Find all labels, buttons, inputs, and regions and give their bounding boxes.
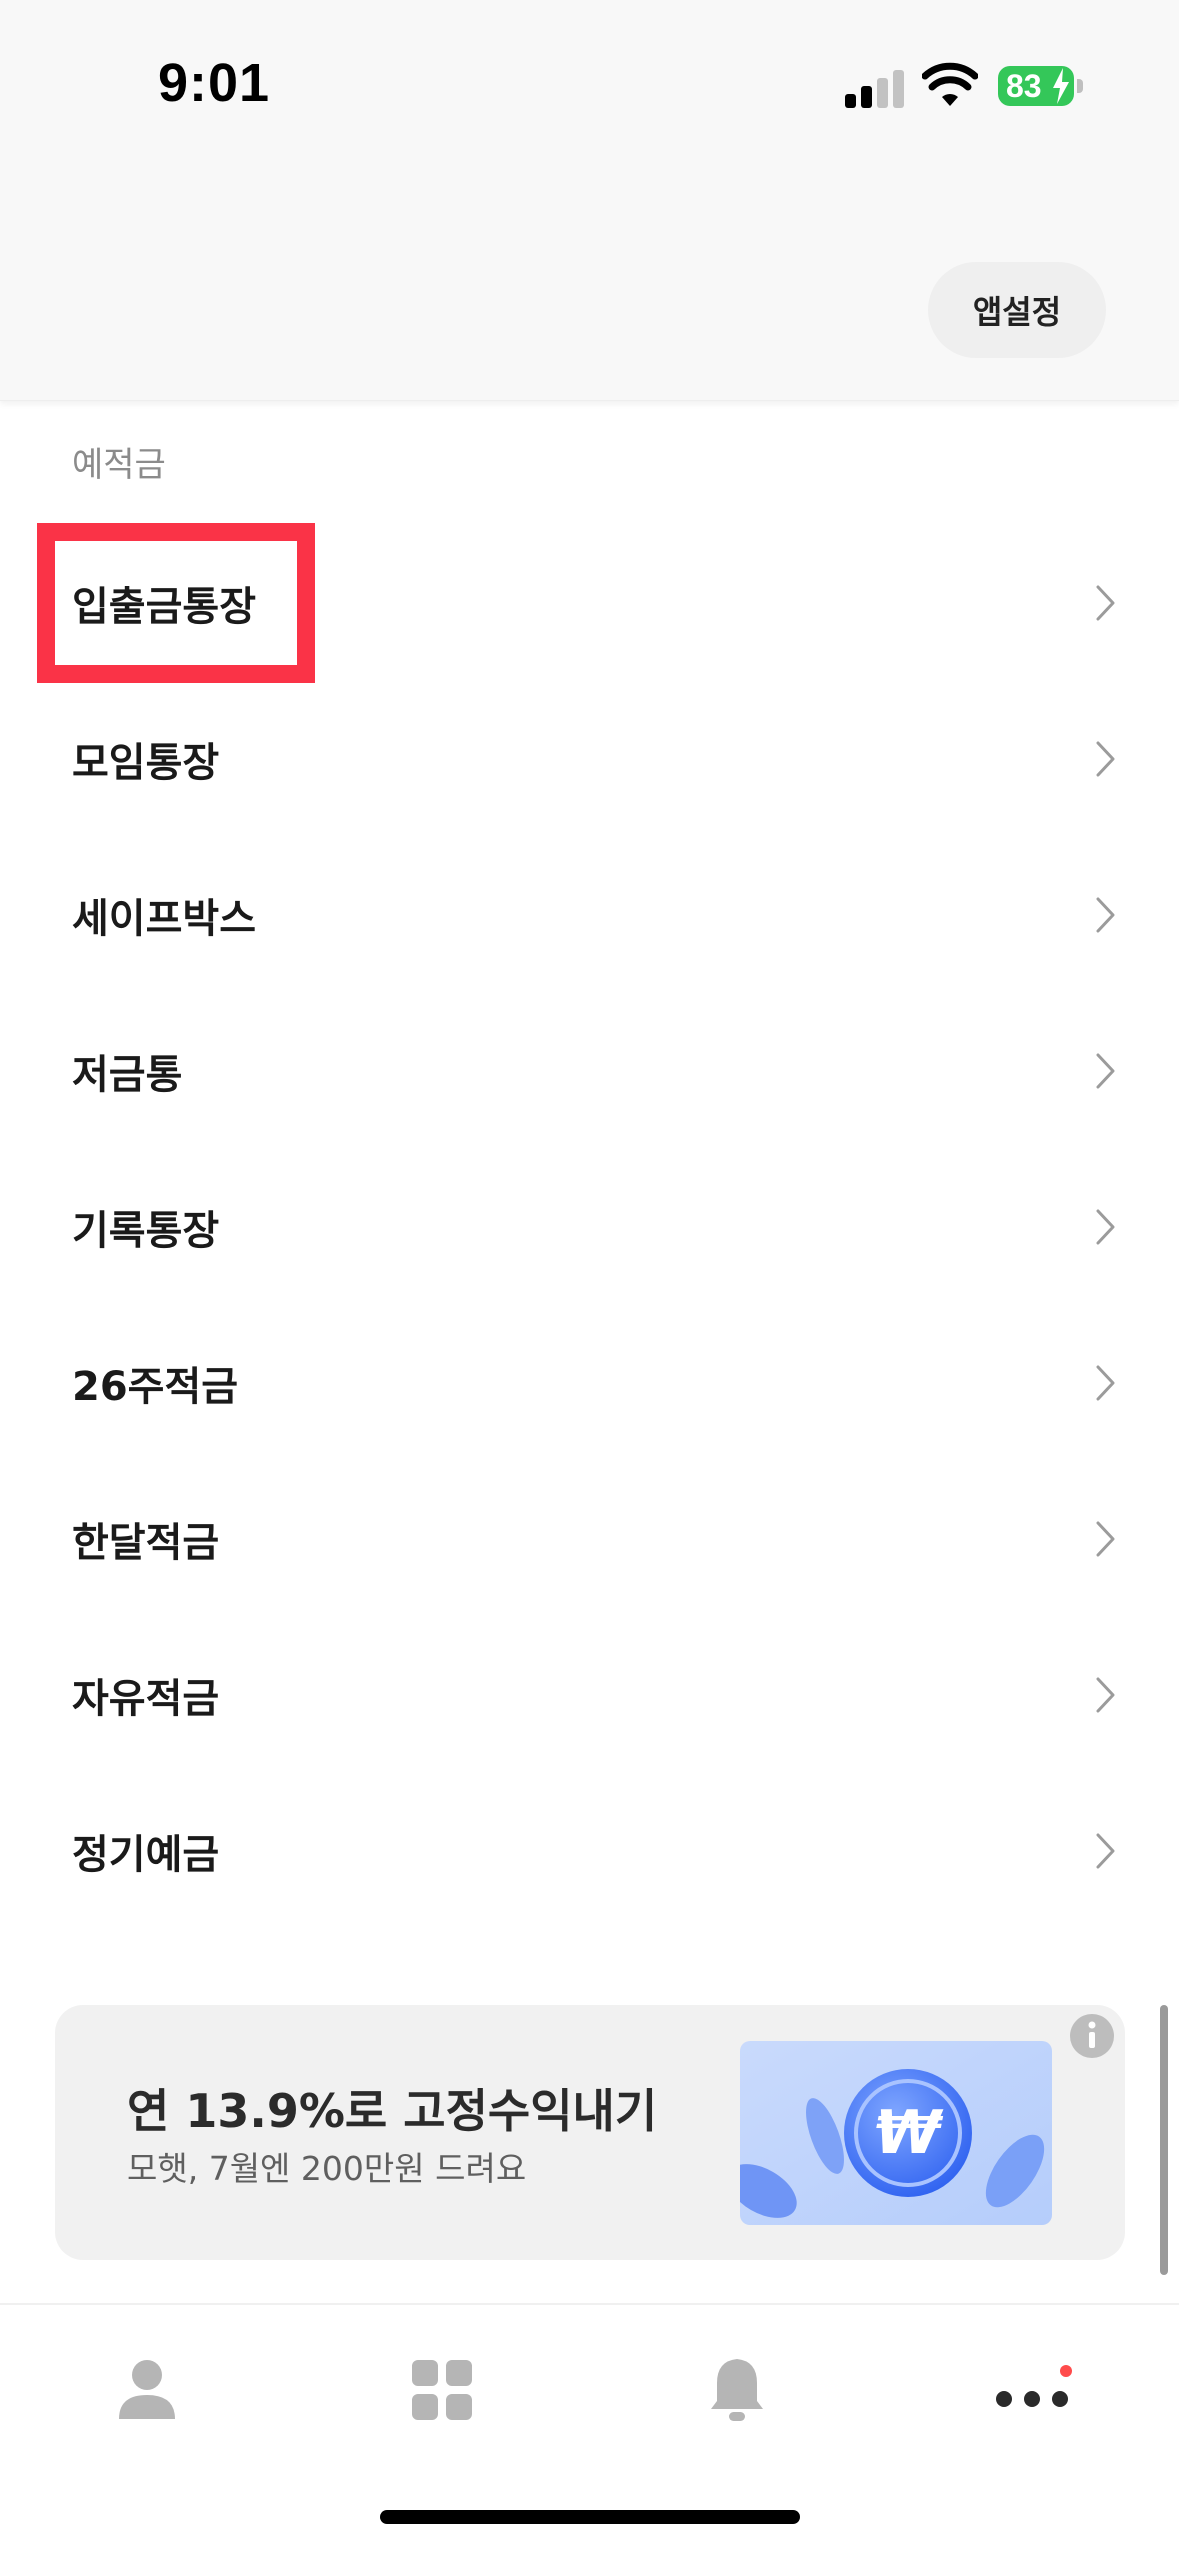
charging-bolt-icon [1053,68,1069,104]
bell-icon [711,2359,763,2421]
menu-item-free-savings[interactable]: 자유적금 [0,1617,1179,1773]
tab-notifications[interactable] [647,2330,827,2450]
banner-title: 연 13.9%로 고정수익내기 [127,2084,658,2138]
wifi-icon [922,62,978,106]
chevron-right-icon [1096,1365,1115,1401]
menu-item-label: 26주적금 [72,1364,239,1410]
chevron-right-icon [1096,1833,1115,1869]
info-icon[interactable] [1069,2013,1115,2059]
menu-item-label: 한달적금 [72,1520,220,1566]
battery-tip [1077,79,1083,93]
person-icon [119,2360,175,2419]
promo-banner[interactable]: 연 13.9%로 고정수익내기 모햇, 7월엔 200만원 드려요 ₩ [55,2005,1125,2260]
chevron-right-icon [1096,897,1115,933]
menu-item-group-account[interactable]: 모임통장 [0,681,1179,837]
more-icon [996,2365,1072,2407]
tab-more[interactable] [942,2330,1122,2450]
chevron-right-icon [1096,1209,1115,1245]
section-title: 예적금 [72,445,166,485]
menu-item-26-week-savings[interactable]: 26주적금 [0,1305,1179,1461]
tab-my[interactable] [57,2330,237,2450]
tab-products[interactable] [352,2330,532,2450]
menu-item-label: 자유적금 [72,1676,220,1722]
menu-item-piggy-bank[interactable]: 저금통 [0,993,1179,1149]
cellular-signal-icon [845,70,905,108]
status-bar-time: 9:01 [158,53,271,113]
menu-item-record-account[interactable]: 기록통장 [0,1149,1179,1305]
menu-item-label: 모임통장 [72,740,220,786]
menu-item-label: 세이프박스 [72,896,256,942]
menu-item-safebox[interactable]: 세이프박스 [0,837,1179,993]
home-indicator [380,2510,800,2524]
menu-item-label: 기록통장 [72,1208,220,1254]
notification-badge [1060,2365,1072,2377]
chevron-right-icon [1096,1677,1115,1713]
grid-icon [412,2360,472,2420]
top-header: 9:01 83 앱설정 [0,0,1179,401]
menu-item-fixed-deposit[interactable]: 정기예금 [0,1773,1179,1929]
won-coin-icon: ₩ [740,2041,1052,2225]
highlight-box [37,523,315,683]
menu-item-label: 정기예금 [72,1832,220,1878]
chevron-right-icon [1096,1521,1115,1557]
banner-subtitle: 모햇, 7월엔 200만원 드려요 [127,2149,527,2188]
chevron-right-icon [1096,585,1115,621]
scroll-indicator[interactable] [1160,2005,1168,2275]
svg-text:₩: ₩ [875,2098,944,2168]
menu-item-one-month-savings[interactable]: 한달적금 [0,1461,1179,1617]
app-settings-button[interactable]: 앱설정 [928,262,1106,358]
tab-bar-divider [0,2303,1179,2305]
chevron-right-icon [1096,1053,1115,1089]
chevron-right-icon [1096,741,1115,777]
menu-item-label: 저금통 [72,1052,183,1098]
